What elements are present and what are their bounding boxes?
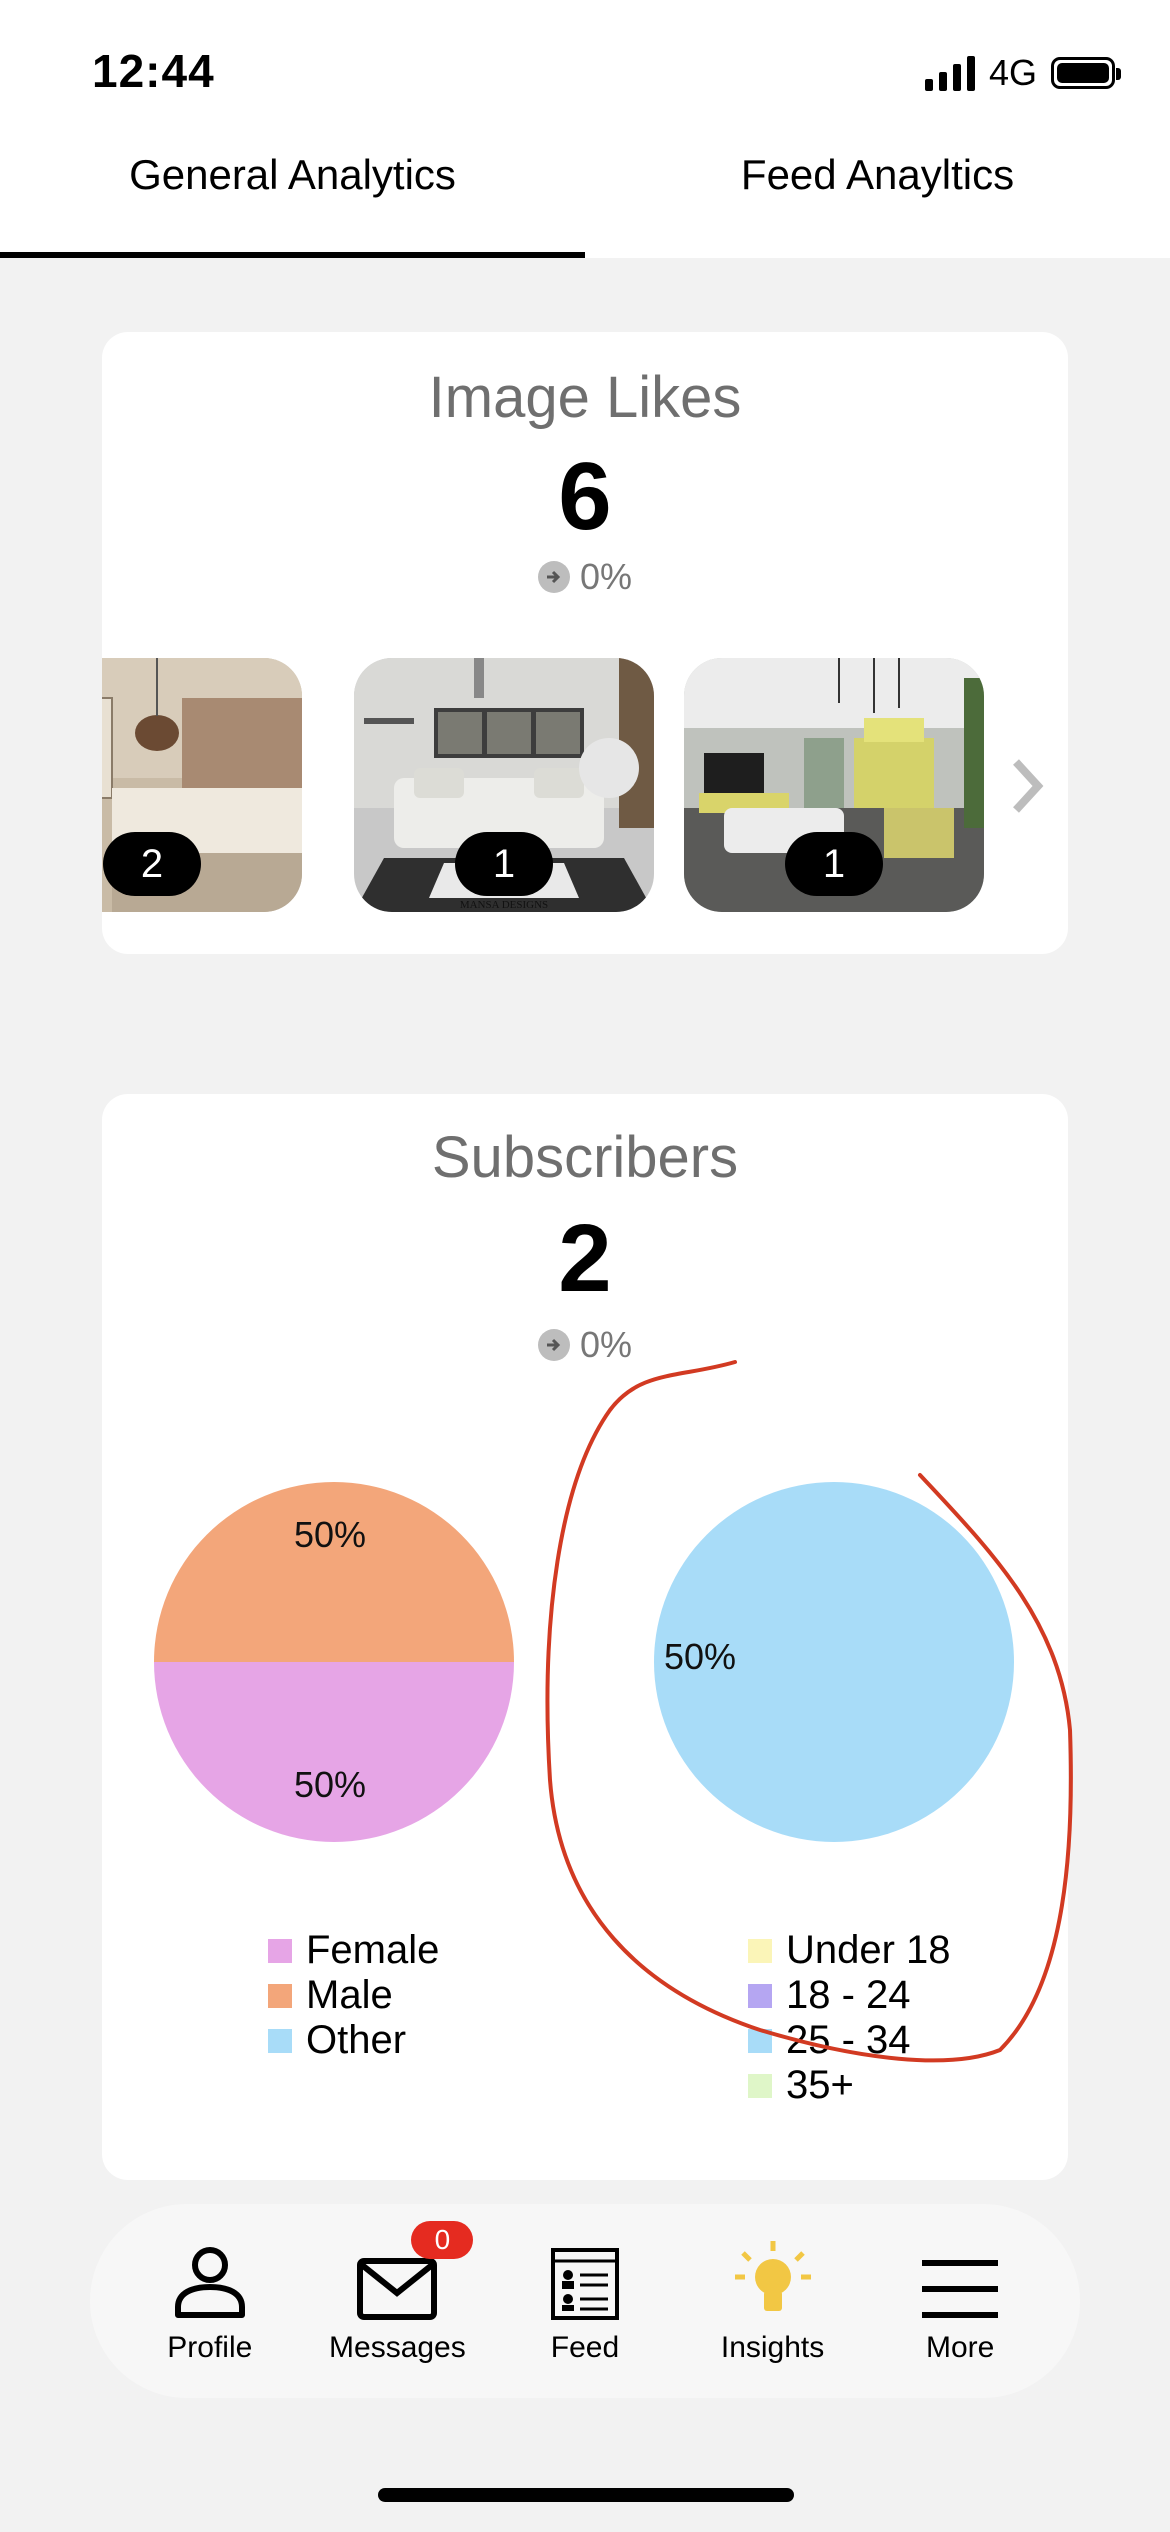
person-icon [174,2247,245,2318]
pie-slice-label: 50% [664,1636,737,1677]
network-type: 4G [988,52,1037,93]
image-likes-change-value: 0% [579,556,633,597]
subscribers-card: Subscribers 2 0% 50% 50% 50% Female Male… [102,1094,1068,2180]
battery-icon [1051,57,1121,89]
status-bar: 12:44 4G [0,0,1170,140]
arrow-right-icon [537,561,570,593]
legend-swatch [748,2073,772,2098]
status-time: 12:44 [92,45,215,97]
pie-slice-female [154,1662,514,1842]
image-likes-card: Image Likes 6 0% 2 MANSA DESIGNS 1 1 [102,332,1068,954]
nav-insights[interactable]: Insights [683,2237,863,2365]
envelope-icon [357,2258,438,2320]
bottom-navigation: Profile 0 Messages Feed Insights More [90,2204,1080,2398]
legend-item-35-plus: 35+ [748,2063,951,2108]
image-likes-title: Image Likes [428,365,742,430]
nav-label: More [925,2331,995,2364]
status-indicators: 4G [924,52,1121,94]
age-legend: Under 18 18 - 24 25 - 34 35+ [748,1928,951,2108]
nav-feed[interactable]: Feed [495,2237,675,2365]
legend-swatch [748,2028,772,2053]
legend-swatch [268,2028,292,2053]
like-count-badge: 2 [103,832,201,896]
chevron-right-icon[interactable] [1008,756,1048,816]
liked-image-thumbnail[interactable]: 2 [102,658,302,912]
subscribers-change: 0% [102,1324,1068,1366]
home-indicator [378,2488,794,2502]
nav-label: Messages [329,2331,466,2364]
tab-feed-analytics[interactable]: Feed Anayltics [585,140,1170,258]
signal-icon [924,55,975,91]
subscribers-count: 2 [558,1205,612,1312]
image-watermark: MANSA DESIGNS [460,899,548,911]
nav-profile[interactable]: Profile [120,2237,300,2365]
tab-general-analytics[interactable]: General Analytics [0,140,585,258]
pie-slice-label: 50% [294,1514,367,1555]
legend-item-18-24: 18 - 24 [748,1973,951,2018]
legend-item-other: Other [268,2018,439,2063]
like-count-badge: 1 [785,832,883,896]
subscribers-change-value: 0% [579,1324,633,1365]
messages-count-badge: 0 [411,2221,474,2259]
nav-label: Insights [720,2331,825,2364]
legend-item-female: Female [268,1928,439,1973]
image-likes-change: 0% [102,556,1068,598]
legend-item-under-18: Under 18 [748,1928,951,1973]
legend-swatch [268,1983,292,2008]
liked-image-thumbnail[interactable]: 1 [684,658,984,912]
legend-item-male: Male [268,1973,439,2018]
pie-slice-label: 50% [294,1764,367,1805]
gender-legend: Female Male Other [268,1928,439,2063]
arrow-right-icon [537,1329,570,1361]
subscribers-title: Subscribers [431,1125,739,1190]
nav-label: Profile [167,2331,253,2364]
legend-swatch [268,1938,292,1963]
legend-swatch [748,1938,772,1963]
pie-slice-male [154,1482,514,1662]
legend-item-25-34: 25 - 34 [748,2018,951,2063]
legend-swatch [748,1983,772,2008]
nav-messages[interactable]: 0 Messages [307,2221,487,2365]
hamburger-menu-icon [922,2260,999,2318]
image-likes-count: 6 [558,443,612,550]
liked-image-thumbnail[interactable]: MANSA DESIGNS 1 [354,658,654,912]
newspaper-icon [550,2248,619,2320]
like-count-badge: 1 [455,832,553,896]
liked-images-carousel[interactable]: 2 MANSA DESIGNS 1 1 [102,658,1068,912]
analytics-tabs: General Analytics Feed Anayltics [0,140,1170,258]
nav-more[interactable]: More [870,2237,1050,2365]
nav-label: Feed [550,2331,620,2364]
lightbulb-icon [734,2241,811,2311]
